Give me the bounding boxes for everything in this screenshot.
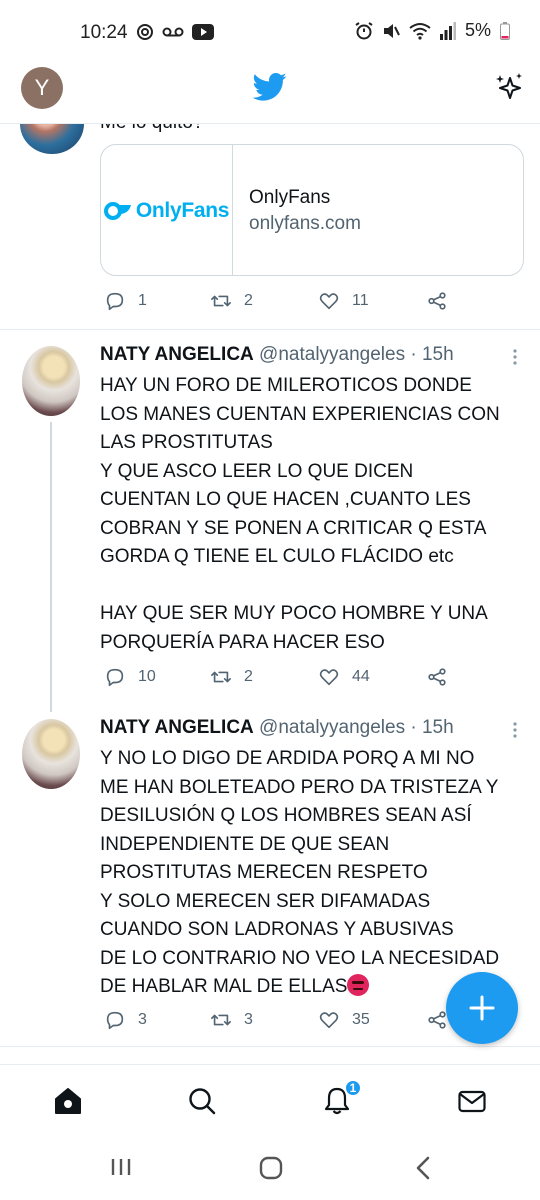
retweet-icon [211, 1014, 231, 1026]
top-app-bar: Y [0, 62, 540, 124]
link-card-thumbnail: OnlyFans [101, 145, 233, 275]
share-button[interactable] [426, 666, 448, 688]
share-icon [428, 292, 446, 310]
reply-button[interactable]: 10 [104, 666, 156, 688]
retweet-button[interactable]: 3 [210, 1009, 253, 1031]
home-system-icon[interactable] [259, 1156, 283, 1180]
reply-button[interactable]: 1 [104, 290, 147, 312]
like-button[interactable]: 35 [318, 1009, 370, 1031]
tweet-divider [0, 1046, 540, 1047]
more-options-icon[interactable] [512, 348, 518, 366]
tweet-1-author-name[interactable]: NATY ANGELICA [100, 344, 254, 365]
heart-icon [319, 293, 339, 310]
timeline-feed[interactable]: Me lo quito? OnlyFans OnlyFans onlyfans.… [0, 124, 540, 1064]
share-icon [428, 1011, 446, 1029]
voicemail-icon [162, 27, 184, 37]
mute-icon [383, 23, 400, 38]
tweet-1-avatar[interactable] [22, 346, 80, 416]
more-options-icon[interactable] [512, 721, 518, 739]
youtube-icon [192, 24, 214, 40]
search-icon[interactable] [186, 1085, 218, 1117]
reply-count: 1 [138, 292, 147, 309]
tweet-1-text: HAY UN FORO DE MILEROTICOS DONDE LOS MAN… [100, 375, 500, 653]
account-avatar[interactable]: Y [21, 67, 63, 109]
like-button[interactable]: 44 [318, 666, 370, 688]
reply-button[interactable]: 3 [104, 1009, 147, 1031]
status-bar: 10:24 5% [0, 0, 540, 62]
alarm-icon [355, 21, 373, 39]
bottom-tab-bar: 1 [0, 1064, 540, 1136]
tweet-2-text-content: Y NO LO DIGO DE ARDIDA PORQ A MI NO ME H… [100, 748, 500, 997]
battery-percent: 5% [464, 20, 491, 40]
at-sign-icon [137, 24, 153, 40]
retweet-count: 2 [244, 292, 253, 309]
retweet-icon [211, 671, 231, 683]
partial-tweet-avatar[interactable] [20, 124, 84, 154]
retweet-button[interactable]: 2 [210, 290, 253, 312]
link-card-title: OnlyFans [249, 187, 331, 208]
tweet-2-handle[interactable]: @natalyyangeles · 15h [259, 717, 454, 738]
back-icon[interactable] [414, 1156, 434, 1180]
angry-face-icon [347, 974, 370, 996]
onlyfans-logo-text: OnlyFans [135, 199, 230, 222]
tweet-1[interactable]: NATY ANGELICA @natalyyangeles · 15h HAY … [0, 344, 540, 712]
like-button[interactable]: 11 [318, 290, 369, 312]
system-navigation-bar [0, 1136, 540, 1200]
tweet-1-handle[interactable]: @natalyyangeles · 15h [259, 344, 454, 365]
thread-line [50, 422, 52, 712]
recent-apps-icon[interactable] [110, 1156, 132, 1178]
retweet-count: 2 [244, 668, 253, 685]
share-button[interactable] [426, 1009, 448, 1031]
tweet-1-actions: 10 2 44 [100, 666, 520, 696]
reply-icon [106, 292, 124, 311]
retweet-button[interactable]: 2 [210, 666, 253, 688]
reply-icon [106, 668, 124, 687]
retweet-count: 3 [244, 1011, 253, 1028]
sparkle-icon[interactable] [493, 72, 525, 104]
retweet-icon [211, 295, 231, 307]
compose-tweet-button[interactable] [446, 972, 518, 1044]
battery-icon [500, 21, 510, 40]
notification-badge: 1 [344, 1079, 362, 1097]
link-card-onlyfans[interactable]: OnlyFans OnlyFans onlyfans.com [100, 144, 524, 276]
heart-icon [319, 1012, 339, 1029]
like-count: 44 [352, 668, 370, 685]
onlyfans-logo: OnlyFans [103, 199, 230, 223]
tweet-2-author-name[interactable]: NATY ANGELICA [100, 717, 254, 738]
home-icon[interactable] [52, 1085, 84, 1117]
reply-count: 10 [138, 668, 156, 685]
wifi-icon [409, 22, 431, 40]
share-button[interactable] [426, 290, 448, 312]
plus-icon [469, 995, 495, 1021]
share-icon [428, 668, 446, 686]
onlyfans-logo-icon [103, 202, 131, 220]
status-time: 10:24 [80, 22, 128, 43]
tweet-2-text: Y NO LO DIGO DE ARDIDA PORQ A MI NO ME H… [100, 745, 530, 1002]
reply-icon [106, 1011, 124, 1030]
like-count: 11 [352, 292, 369, 309]
link-card-domain: onlyfans.com [249, 213, 361, 234]
messages-mail-icon[interactable] [456, 1085, 488, 1117]
partial-tweet-text: Me lo quito? [100, 124, 204, 134]
twitter-bird-icon[interactable] [253, 72, 287, 102]
like-count: 35 [352, 1011, 370, 1028]
tweet-actions: 1 2 11 [100, 290, 520, 320]
reply-count: 3 [138, 1011, 147, 1028]
heart-icon [319, 669, 339, 686]
tweet-divider [0, 329, 540, 330]
tweet-2-avatar[interactable] [22, 719, 80, 789]
signal-icon [439, 21, 456, 40]
